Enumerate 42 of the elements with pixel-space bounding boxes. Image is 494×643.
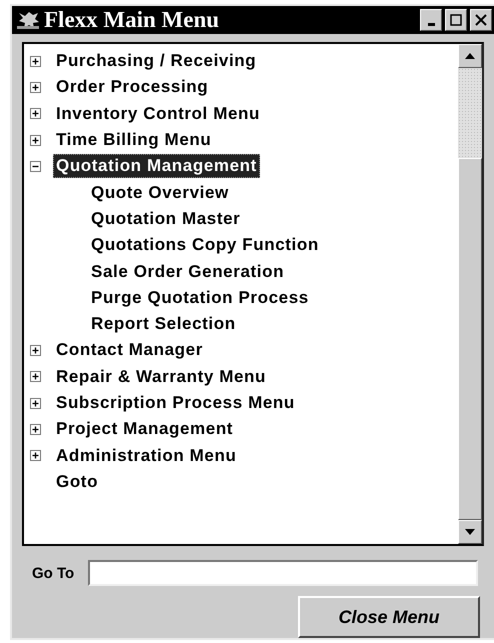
menu-item[interactable]: Contact Manager bbox=[53, 338, 206, 362]
menu-item[interactable]: Report Selection bbox=[88, 312, 239, 336]
minimize-icon bbox=[428, 23, 434, 26]
maximize-button[interactable] bbox=[445, 9, 467, 31]
goto-field[interactable] bbox=[88, 560, 478, 586]
menu-item[interactable]: Order Processing bbox=[53, 75, 212, 100]
expand-icon[interactable] bbox=[30, 424, 41, 435]
menu-item[interactable]: Administration Menu bbox=[53, 444, 240, 468]
app-icon bbox=[16, 9, 40, 31]
close-button[interactable] bbox=[470, 9, 492, 31]
menu-item[interactable]: Quote Overview bbox=[88, 180, 232, 205]
menu-item[interactable]: Sale Order Generation bbox=[88, 260, 288, 284]
up-arrow-icon[interactable] bbox=[465, 53, 475, 59]
close-icon bbox=[475, 14, 487, 26]
menu-item[interactable]: Time Billing Menu bbox=[53, 128, 214, 152]
window-title: Flexx Main Menu bbox=[44, 7, 220, 33]
scrollbar[interactable] bbox=[458, 44, 482, 544]
menu-item[interactable]: Repair & Warranty Menu bbox=[53, 364, 269, 389]
expand-icon[interactable] bbox=[30, 82, 41, 93]
expand-icon[interactable] bbox=[30, 450, 41, 462]
menu-item[interactable]: Subscription Process Menu bbox=[53, 391, 298, 415]
menu-item[interactable]: Purchasing / Receiving bbox=[53, 49, 260, 74]
expand-icon[interactable] bbox=[30, 134, 41, 146]
collapse-icon[interactable] bbox=[30, 160, 41, 172]
expand-icon[interactable] bbox=[30, 56, 41, 67]
expand-icon[interactable] bbox=[30, 371, 41, 382]
menu-item[interactable]: Quotations Copy Function bbox=[88, 233, 322, 258]
close-menu-button[interactable]: Close Menu bbox=[298, 596, 480, 638]
expand-icon[interactable] bbox=[30, 398, 41, 408]
minimize-button[interactable] bbox=[420, 9, 442, 31]
expand-icon[interactable] bbox=[30, 344, 41, 356]
expand-icon[interactable] bbox=[30, 108, 41, 120]
menu-item[interactable]: Quotation Master bbox=[88, 206, 244, 231]
scroll-thumb[interactable] bbox=[458, 158, 482, 520]
menu-item[interactable]: Purge Quotation Process bbox=[88, 286, 312, 310]
maximize-icon bbox=[450, 14, 462, 26]
menu-item[interactable]: Goto bbox=[53, 470, 102, 494]
menu-item[interactable]: Inventory Control Menu bbox=[53, 102, 263, 126]
menu-item[interactable]: Project Management bbox=[53, 417, 236, 442]
field-label: Go To bbox=[32, 564, 74, 582]
down-arrow-icon[interactable] bbox=[465, 529, 475, 535]
menu-item[interactable]: Quotation Management bbox=[53, 154, 260, 178]
